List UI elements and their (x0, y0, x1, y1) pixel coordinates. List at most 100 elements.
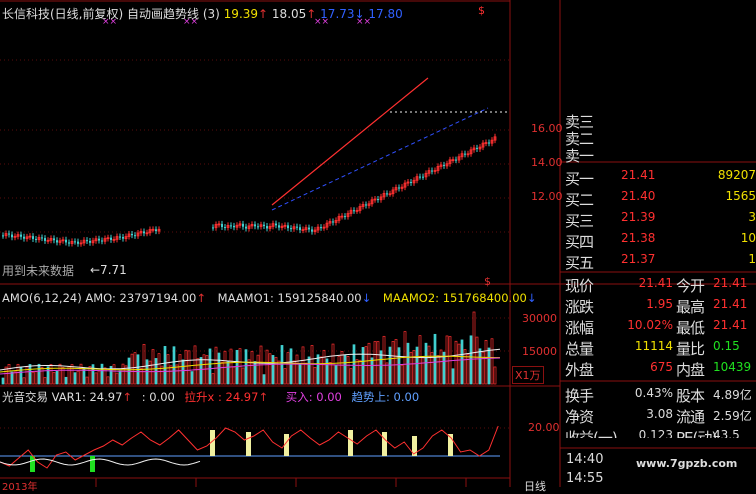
volume-bar-114 (343, 354, 347, 385)
volume-bar-140 (421, 356, 425, 385)
stock-title[interactable]: 长信科技(日线,前复权) (2, 7, 123, 21)
volume-bar-47 (142, 343, 146, 385)
candle-body-10 (32, 236, 34, 239)
volume-bar-73 (220, 361, 224, 385)
volume-bar-138 (415, 346, 419, 385)
candle-body-25 (77, 241, 79, 244)
candle-body-17 (53, 238, 55, 241)
candle-body-115 (398, 187, 400, 189)
volume-bar-28 (85, 376, 89, 385)
volume-bar-113 (340, 351, 344, 385)
volume-bar-57 (172, 346, 176, 385)
volume-bar-108 (325, 358, 329, 385)
candle-body-22 (68, 242, 70, 244)
candle-body-44 (134, 235, 136, 237)
volume-bar-81 (244, 349, 248, 385)
candle-body-122 (419, 176, 421, 178)
volume-bar-77 (232, 366, 236, 385)
amo-tick-15000: 15000 (522, 345, 557, 358)
volume-bar-16 (49, 364, 53, 385)
buy-value: 买入: 0.00 (285, 390, 342, 404)
candle-body-126 (431, 170, 433, 172)
candle-body-21 (65, 239, 67, 243)
period-label[interactable]: 日线 (524, 478, 546, 494)
candle-body-141 (476, 147, 478, 149)
volume-bar-152 (457, 343, 461, 385)
candle-body-2 (8, 233, 10, 235)
volume-bar-78 (235, 349, 239, 385)
volume-bar-60 (181, 359, 185, 385)
buy-row-1[interactable]: 买一 21.41 89207 (563, 166, 756, 188)
volume-bar-128 (385, 362, 389, 385)
volume-bar-2 (7, 364, 11, 385)
volume-bar-142 (427, 345, 431, 385)
volume-bar-155 (466, 354, 470, 385)
volume-bar-122 (367, 342, 371, 385)
volume-bar-59 (178, 354, 182, 385)
candle-body-47 (143, 231, 145, 234)
volume-bar-150 (451, 368, 455, 385)
indicator-value-1: 19.39 (223, 7, 259, 21)
volume-bar-25 (76, 370, 80, 385)
tick-time-1: 14:40 (566, 452, 604, 467)
volume-bar-82 (247, 359, 251, 385)
buy-row-5[interactable]: 买五 21.37 1 (563, 250, 756, 272)
trend-value: 趋势上: 0.00 (351, 390, 420, 404)
candle-body-33 (101, 240, 103, 242)
volume-bar-100 (301, 346, 305, 385)
date-axis-label: 2013年 (2, 482, 38, 493)
candle-body-56 (221, 223, 223, 228)
candle-body-29 (89, 241, 91, 243)
volume-bar-37 (112, 364, 116, 385)
volume-bar-40 (121, 363, 125, 385)
amo-unit: X1万 (512, 366, 544, 384)
candle-body-53 (212, 227, 214, 229)
stat-row-outer: 外盘 675 内盘 10439 (565, 360, 752, 379)
volume-bar-63 (190, 371, 194, 385)
volume-bar-102 (307, 356, 311, 385)
volume-bar-66 (199, 357, 203, 385)
volume-bar-35 (106, 376, 110, 385)
volume-bar-96 (289, 348, 293, 385)
volume-bar-88 (265, 349, 269, 385)
indicator-name: 自动画趋势线 (3) (127, 7, 220, 21)
amo-header: AMO(6,12,24) AMO: 23797194.00↑ MAAMO1: 1… (2, 291, 537, 305)
volume-bar-50 (151, 349, 155, 385)
candle-body-85 (308, 227, 310, 230)
candle-body-7 (23, 236, 25, 239)
candle-body-11 (35, 238, 37, 240)
stat-row-turnover: 换手 0.43% 股本 4.89亿 (565, 386, 752, 405)
amo-value: AMO: 23797194.00 (85, 291, 197, 305)
candle-body-86 (311, 229, 313, 232)
volume-bar-38 (115, 372, 119, 385)
volume-bar-107 (322, 349, 326, 385)
amo-flag: $ (484, 275, 491, 288)
stat-row-change: 涨跌 1.95 最高 21.41 (565, 297, 748, 316)
signal-name[interactable]: 光音交易 (2, 390, 48, 404)
volume-bar-90 (271, 355, 275, 385)
volume-bar-163 (490, 338, 494, 385)
candle-body-3 (11, 234, 13, 238)
volume-bar-23 (70, 364, 74, 385)
buy-row-3[interactable]: 买三 21.39 3 (563, 208, 756, 230)
candle-body-57 (224, 227, 226, 229)
signal-tick-20: 20.00 (528, 421, 560, 434)
candle-body-119 (410, 181, 412, 183)
volume-bar-85 (256, 354, 260, 385)
amo-name[interactable]: AMO(6,12,24) (2, 291, 82, 305)
volume-bar-133 (400, 364, 404, 385)
volume-bar-49 (148, 360, 152, 385)
volume-bar-131 (394, 339, 398, 385)
volume-bar-10 (31, 371, 35, 385)
candle-body-39 (119, 236, 121, 238)
volume-bar-87 (262, 374, 266, 385)
volume-bar-33 (100, 363, 104, 385)
buy-row-4[interactable]: 买四 21.38 10 (563, 229, 756, 251)
candle-body-75 (278, 225, 280, 228)
candle-body-81 (296, 226, 298, 228)
volume-bar-55 (166, 354, 170, 385)
sell-row-1[interactable]: 卖一 (563, 143, 756, 165)
candle-body-60 (233, 225, 235, 228)
volume-bar-139 (418, 335, 422, 385)
buy-row-2[interactable]: 买二 21.40 1565 (563, 187, 756, 209)
